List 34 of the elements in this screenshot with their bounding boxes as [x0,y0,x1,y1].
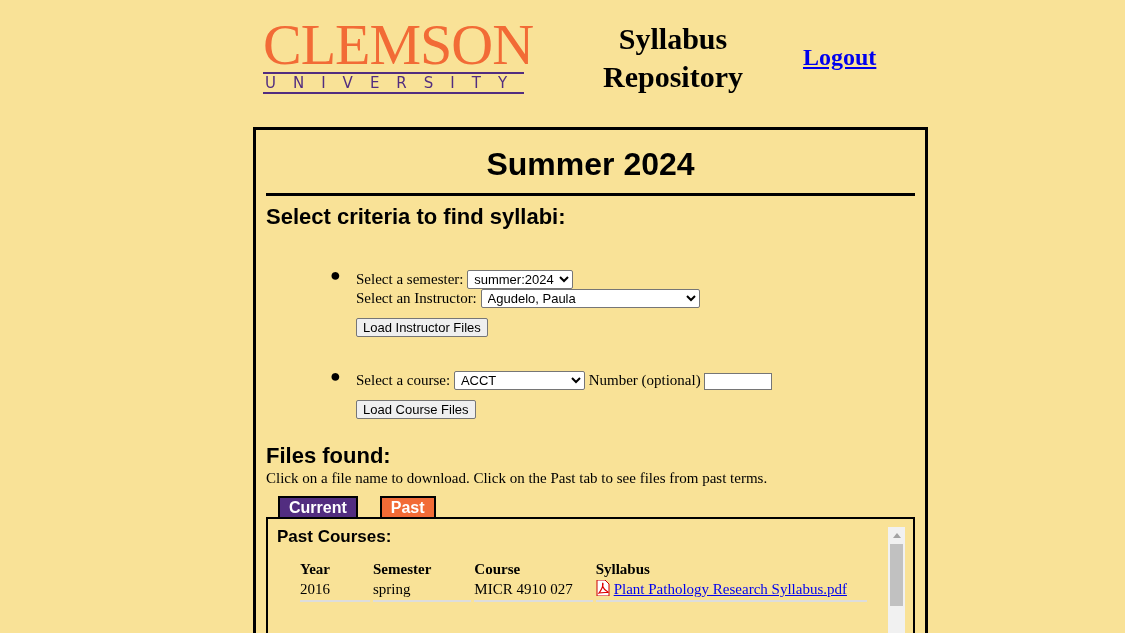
table-cell: 2016 [300,578,370,603]
file-link[interactable]: Plant Pathology Research Syllabus.pdf [613,581,847,598]
bullet: ● [330,367,341,386]
column-header: Semester [373,561,433,579]
semester-dropdown[interactable]: summer:2024 [467,270,574,289]
scroll-up-arrow-icon[interactable] [892,532,901,539]
logo-wordmark: CLEMSON [263,19,535,70]
number-label: Number (optional) [588,372,701,388]
term-title: Summer 2024 [266,130,915,196]
table-cell: MICR 4910 027 [474,578,593,603]
pdf-icon [595,580,610,597]
column-header: Year [300,561,331,579]
table-cell: spring [373,578,472,603]
load-instructor-files-button[interactable]: Load Instructor Files [356,318,488,337]
instructor-dropdown[interactable]: Agudelo, Paula [480,289,700,308]
course-label: Select a course: [356,372,451,388]
logo-subtitle: UNIVERSITY [263,71,525,94]
tab[interactable]: Current [278,496,358,518]
bullet: ● [330,266,341,285]
site-title: Syllabus [618,20,728,57]
column-header: Syllabus [595,561,651,579]
section-heading: Files found: [266,443,392,470]
course-dropdown[interactable]: ACCT [453,371,585,390]
instructor-label: Select an Instructor: [356,290,477,306]
column-header: Course [474,561,522,579]
number-field[interactable] [704,373,773,391]
section-heading: Select criteria to find syllabi: [266,204,567,230]
scrollbar[interactable] [888,527,905,633]
load-course-files-button[interactable]: Load Course Files [356,400,476,420]
panel-heading: Past Courses: [277,527,393,548]
help-text: Click on a file name to download. Click on the Past tab to see files from past terms. [266,469,769,488]
semester-label: Select a semester: [356,271,464,287]
logout-link[interactable]: Logout [803,44,877,71]
site-title: Repository [603,58,743,95]
